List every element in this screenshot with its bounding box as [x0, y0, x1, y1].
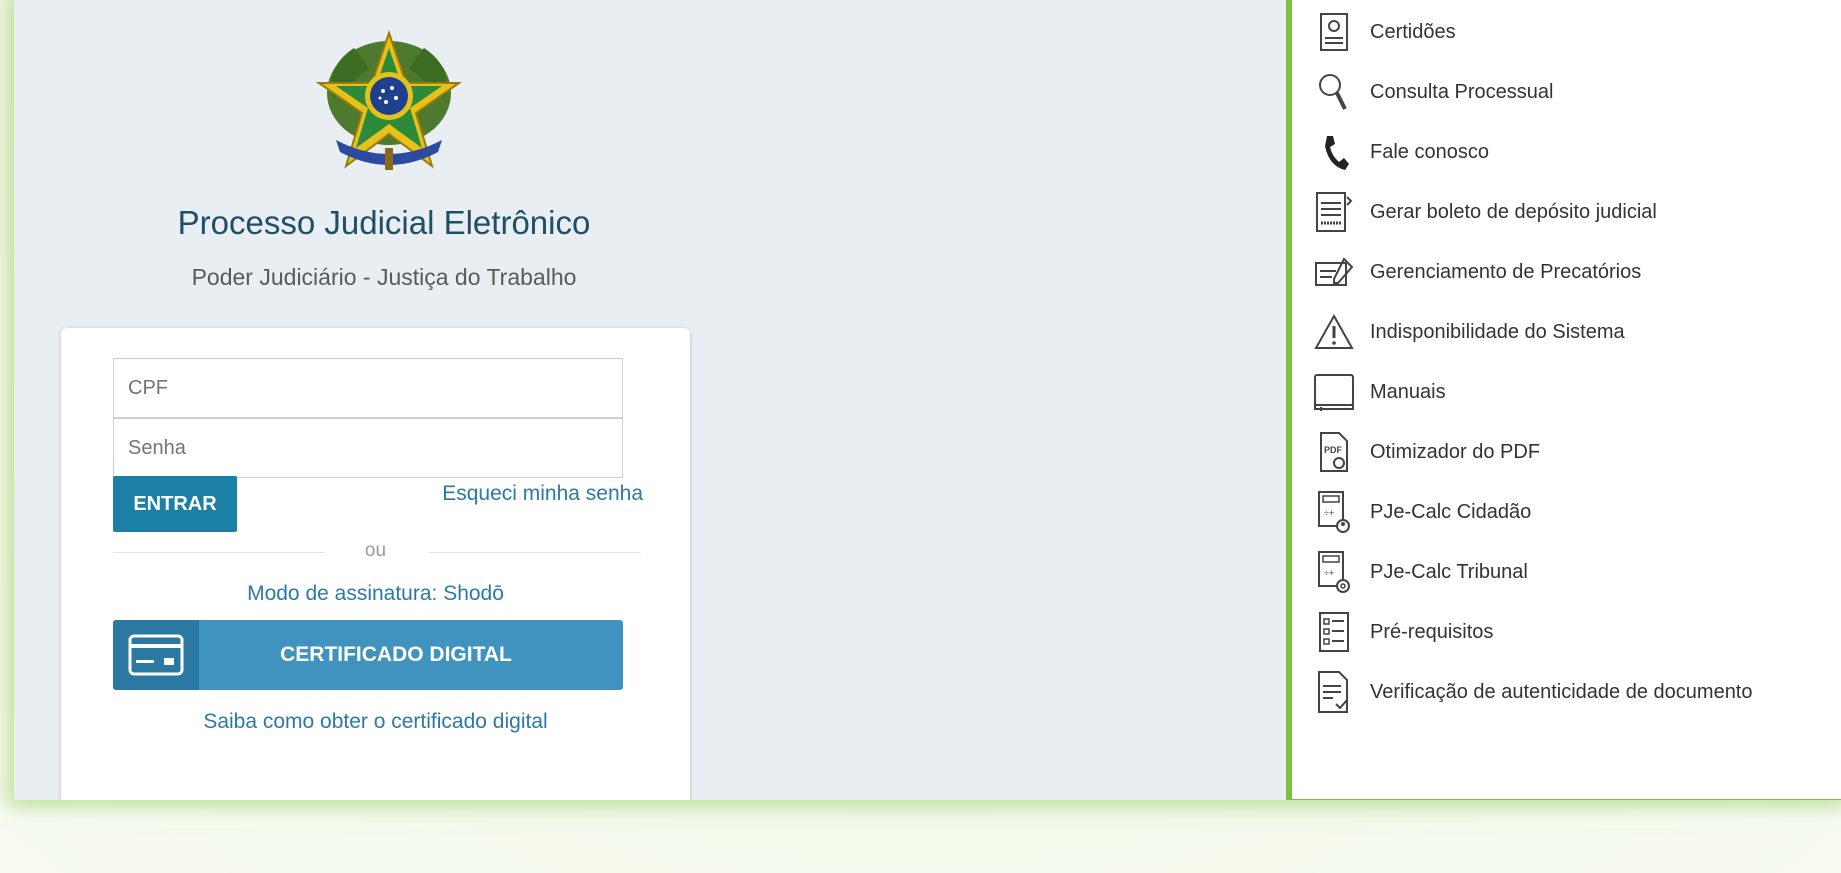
document-check-icon [1312, 668, 1356, 716]
app-subtitle: Poder Judiciário - Justiça do Trabalho [191, 264, 577, 290]
service-item-consulta-processual[interactable]: Consulta Processual [1312, 62, 1832, 122]
brazil-coat-of-arms-logo [315, 29, 463, 170]
service-label: Pré-requisitos [1370, 620, 1494, 643]
signature-mode-link[interactable]: Modo de assinatura: Shodō [61, 582, 690, 606]
service-item-indisponibilidade[interactable]: Indisponibilidade do Sistema [1312, 302, 1832, 362]
book-icon [1312, 368, 1356, 416]
card-icon [113, 620, 199, 690]
svg-text:÷+: ÷+ [1324, 568, 1334, 578]
service-label: Indisponibilidade do Sistema [1370, 320, 1625, 343]
magnifier-icon [1312, 68, 1356, 116]
calculator-gear-icon: ÷+ [1312, 548, 1356, 596]
service-label: Verificação de autenticidade de document… [1370, 680, 1753, 703]
bank-slip-icon [1312, 188, 1356, 236]
service-label: Fale conosco [1370, 140, 1489, 163]
service-item-gerar-boleto[interactable]: Gerar boleto de depósito judicial [1312, 182, 1832, 242]
digital-certificate-button[interactable]: CERTIFICADO DIGITAL [113, 620, 623, 690]
service-item-precatorios[interactable]: Gerenciamento de Precatórios [1312, 242, 1832, 302]
password-input[interactable] [113, 418, 623, 478]
service-item-verificacao-autenticidade[interactable]: Verificação de autenticidade de document… [1312, 662, 1832, 722]
certificate-help-link[interactable]: Saiba como obter o certificado digital [61, 710, 690, 734]
forgot-password-link[interactable]: Esqueci minha senha [442, 482, 643, 506]
login-card: ENTRAR Esqueci minha senha ou Modo de as… [61, 328, 690, 800]
service-label: Certidões [1370, 20, 1456, 43]
login-button[interactable]: ENTRAR [113, 476, 237, 532]
calculator-person-icon: ÷+ [1312, 488, 1356, 536]
app-title: Processo Judicial Eletrônico [177, 204, 591, 241]
service-item-fale-conosco[interactable]: Fale conosco [1312, 122, 1832, 182]
service-label: Gerar boleto de depósito judicial [1370, 200, 1657, 223]
svg-text:PDF: PDF [1324, 445, 1343, 455]
divider-text: ou [364, 540, 387, 561]
login-page: Processo Judicial Eletrônico Poder Judic… [14, 0, 1841, 800]
certificate-document-icon [1312, 8, 1356, 56]
service-label: Manuais [1370, 380, 1446, 403]
service-item-certidoes[interactable]: Certidões [1312, 2, 1832, 62]
service-item-otimizador-pdf[interactable]: PDF Otimizador do PDF [1312, 422, 1832, 482]
service-label: Otimizador do PDF [1370, 440, 1541, 463]
service-item-pjecalc-cidadao[interactable]: ÷+ PJe-Calc Cidadão [1312, 482, 1832, 542]
service-item-manuais[interactable]: Manuais [1312, 362, 1832, 422]
cpf-input[interactable] [113, 358, 623, 418]
check-signature-icon [1312, 248, 1356, 296]
warning-triangle-icon [1312, 308, 1356, 356]
checklist-icon [1312, 608, 1356, 656]
service-label: Gerenciamento de Precatórios [1370, 260, 1642, 283]
service-label: PJe-Calc Cidadão [1370, 500, 1532, 523]
svg-text:÷+: ÷+ [1324, 508, 1334, 518]
divider-line-right [429, 552, 641, 553]
service-label: PJe-Calc Tribunal [1370, 560, 1528, 583]
service-item-pjecalc-tribunal[interactable]: ÷+ PJe-Calc Tribunal [1312, 542, 1832, 602]
phone-handset-icon [1312, 128, 1356, 176]
digital-certificate-label: CERTIFICADO DIGITAL [280, 643, 512, 666]
pdf-gear-icon: PDF [1312, 428, 1356, 476]
service-label: Consulta Processual [1370, 80, 1554, 103]
service-item-pre-requisitos[interactable]: Pré-requisitos [1312, 602, 1832, 662]
services-panel: Certidões Consulta Processual Fale conos… [1286, 0, 1841, 800]
